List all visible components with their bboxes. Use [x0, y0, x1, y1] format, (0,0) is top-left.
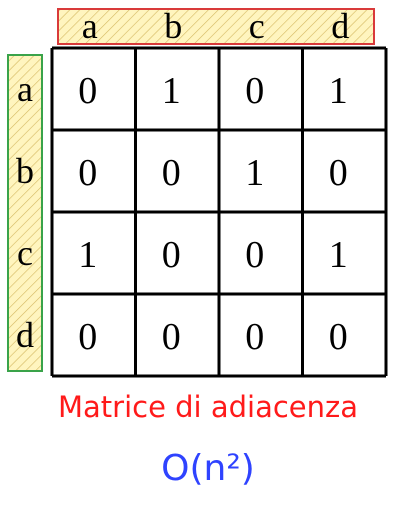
row-label: d: [16, 315, 34, 355]
row-label: c: [17, 233, 33, 273]
matrix-cells: 0 1 0 1 0 0 1 0 1 0 0 1 0 0 0 0: [78, 70, 348, 358]
column-label: b: [164, 6, 182, 46]
column-label: a: [82, 6, 98, 46]
matrix-cell-value: 0: [162, 234, 181, 276]
column-label: d: [331, 6, 349, 46]
matrix-cell-value: 0: [78, 152, 97, 194]
matrix-cell-value: 0: [245, 70, 264, 112]
matrix-caption: Matrice di adiacenza: [58, 390, 358, 424]
column-label: c: [249, 6, 265, 46]
complexity-label: O(n²): [161, 448, 255, 489]
matrix-cell-value: 0: [329, 316, 348, 358]
matrix-cell-value: 1: [329, 70, 348, 112]
matrix-cell-value: 0: [245, 316, 264, 358]
matrix-cell-value: 1: [329, 234, 348, 276]
matrix-cell-value: 0: [162, 316, 181, 358]
matrix-cell-value: 0: [78, 70, 97, 112]
column-header-strip: [57, 8, 375, 45]
row-label: a: [17, 69, 33, 109]
adjacency-matrix-diagram: a b c d a b c d 0 1 0 1 0 0 1 0 1 0 0 1 0 0 0 0 Matrice di ad…: [0, 0, 416, 524]
matrix-cell-value: 0: [245, 234, 264, 276]
matrix-cell-value: 0: [162, 152, 181, 194]
row-label: b: [16, 151, 34, 191]
matrix-cell-value: 0: [329, 152, 348, 194]
matrix-cell-value: 1: [162, 70, 181, 112]
matrix-cell-value: 1: [78, 234, 97, 276]
matrix-cell-value: 0: [78, 316, 97, 358]
diagram-canvas: a b c d a b c d 0 1 0 1 0 0 1 0 1 0 0 1 0 0 0 0: [7, 6, 388, 378]
matrix-cell-value: 1: [245, 152, 264, 194]
